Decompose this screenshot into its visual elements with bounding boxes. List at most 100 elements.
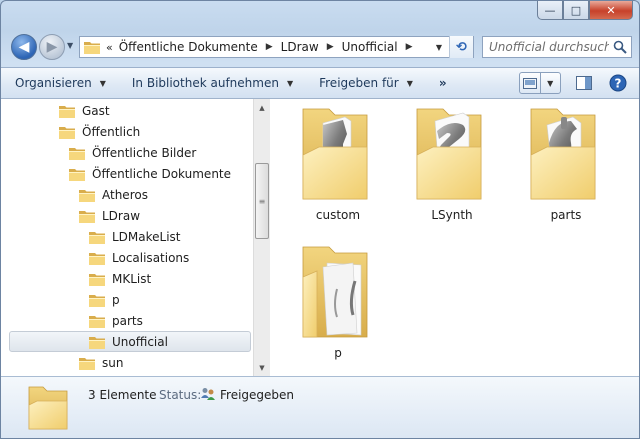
tree-item-label: Öffentliche Dokumente [92, 166, 232, 181]
scroll-down-button[interactable]: ▼ [254, 359, 270, 376]
users-share-icon [201, 388, 215, 400]
tree-item-unofficial[interactable]: Unofficial [9, 331, 251, 352]
breadcrumb-separator[interactable]: ▶ [266, 42, 273, 52]
folder-icon [89, 293, 105, 307]
search-placeholder: Unofficial durchsuch... [489, 40, 609, 54]
folder-with-part-icon [302, 108, 368, 200]
arrow-right-icon: ▶ [46, 39, 58, 55]
share-with-label: Freigeben für [319, 76, 399, 90]
item-count: 3 Elemente [88, 388, 157, 402]
scroll-up-button[interactable]: ▲ [254, 99, 270, 116]
breadcrumb-item-unofficial[interactable]: Unofficial [342, 40, 398, 54]
folder-icon [28, 386, 68, 430]
view-options-button[interactable]: ▼ [541, 73, 561, 93]
arrow-left-icon: ◀ [18, 39, 30, 55]
change-view-button[interactable]: ▼ [519, 72, 561, 94]
command-bar: Organisieren ▼ In Bibliothek aufnehmen ▼… [1, 67, 639, 99]
help-icon: ? [609, 74, 627, 92]
refresh-button[interactable]: ⟲ [449, 36, 473, 58]
folder-icon [84, 40, 100, 54]
tree-item-mklist[interactable]: MKList [89, 268, 151, 289]
minimize-button[interactable]: — [537, 1, 563, 20]
navigation-scrollbar[interactable]: ▲ ≡ ▼ [253, 99, 270, 376]
folder-item-p[interactable]: p [293, 241, 383, 367]
tree-item-label: Gast [82, 103, 110, 118]
tree-item-gast[interactable]: Gast [59, 100, 110, 121]
folder-item-label: p [334, 346, 342, 360]
recent-pages-button[interactable]: ▼ [67, 41, 73, 50]
tree-item-label: Öffentliche Bilder [92, 145, 197, 160]
organize-button[interactable]: Organisieren ▼ [15, 76, 106, 90]
folder-item-label: custom [315, 208, 361, 222]
breadcrumb-item-ldraw[interactable]: LDraw [281, 40, 319, 54]
folder-item-label: LSynth [431, 208, 473, 222]
add-to-library-label: In Bibliothek aufnehmen [131, 76, 279, 90]
back-button[interactable]: ◀ [11, 34, 37, 60]
folder-icon [59, 104, 75, 118]
share-with-button[interactable]: Freigeben für ▼ [319, 76, 413, 90]
tree-item-label: Atheros [102, 187, 148, 202]
folder-item-lsynth[interactable]: LSynth [407, 103, 497, 229]
tree-item-label: LDraw [102, 208, 141, 223]
tree-item-localisations[interactable]: Localisations [89, 247, 189, 268]
preview-pane-button[interactable] [573, 72, 595, 94]
status-label: Status: [159, 388, 202, 402]
tree-item-label: MKList [112, 271, 152, 286]
tree-item-label: Unofficial [112, 334, 168, 349]
view-icon[interactable] [520, 73, 541, 93]
tree-item-atheros[interactable]: Atheros [79, 184, 148, 205]
folder-icon [69, 146, 85, 160]
folder-with-part-icon [416, 108, 482, 200]
tree-item-sun[interactable]: sun [79, 352, 123, 373]
folder-item-custom[interactable]: custom [293, 103, 383, 229]
folder-with-part-icon [530, 108, 596, 200]
search-icon[interactable] [613, 40, 627, 54]
tree-item-oeffentliche-dokumente[interactable]: Öffentliche Dokumente [69, 163, 231, 184]
chevron-down-icon: ▼ [67, 41, 74, 50]
tree-item-oeffentliche-bilder[interactable]: Öffentliche Bilder [69, 142, 196, 163]
breadcrumb-item-public-documents[interactable]: Öffentliche Dokumente [119, 40, 258, 54]
help-button[interactable]: ? [607, 72, 629, 94]
tree-item-label: LDMakeList [112, 229, 181, 244]
search-input[interactable]: Unofficial durchsuch... [482, 36, 632, 58]
tree-item-label: Localisations [112, 250, 190, 265]
tree-item-ldmakelist[interactable]: LDMakeList [89, 226, 181, 247]
forward-button[interactable]: ▶ [39, 34, 65, 60]
details-pane: 3 Elemente Status: Freigegeben [1, 376, 639, 438]
folder-icon [89, 230, 105, 244]
add-to-library-button[interactable]: In Bibliothek aufnehmen ▼ [132, 76, 293, 90]
more-commands-button[interactable]: » [439, 76, 447, 90]
grip-icon: ≡ [258, 196, 266, 206]
folder-icon [79, 188, 95, 202]
chevron-down-icon: ▼ [99, 78, 106, 88]
status-value: Freigegeben [220, 388, 295, 402]
close-button[interactable]: ✕ [589, 1, 633, 20]
folder-with-sheets-icon [302, 246, 368, 338]
folder-icon [79, 209, 95, 223]
content-area: Gast Öffentlich Öffentliche Bilder Öffen… [1, 99, 639, 376]
tree-item-parts[interactable]: parts [89, 310, 143, 331]
maximize-button[interactable]: □ [563, 1, 589, 20]
tree-item-label: Öffentlich [82, 124, 141, 139]
folder-icon [89, 314, 105, 328]
scroll-thumb[interactable]: ≡ [255, 163, 269, 239]
svg-text:?: ? [615, 77, 622, 91]
tree-item-oeffentlich[interactable]: Öffentlich [59, 121, 140, 142]
chevron-up-icon: ▲ [259, 103, 265, 112]
breadcrumb-overflow-button[interactable]: « [106, 41, 113, 54]
tree-item-ldraw[interactable]: LDraw [79, 205, 140, 226]
breadcrumb-separator[interactable]: ▶ [327, 42, 334, 52]
address-dropdown-button[interactable]: ▼ [431, 37, 447, 57]
tree-item-p[interactable]: p [89, 289, 120, 310]
tree-item-label: p [112, 292, 120, 307]
address-bar[interactable]: « Öffentliche Dokumente ▶ LDraw ▶ Unoffi… [79, 36, 474, 58]
breadcrumb-separator[interactable]: ▶ [406, 42, 413, 52]
caption-buttons: — □ ✕ [537, 1, 633, 21]
folder-icon [89, 251, 105, 265]
folder-icon [69, 167, 85, 181]
folder-item-parts[interactable]: parts [521, 103, 611, 229]
file-list: custom LSynth parts p [271, 99, 639, 376]
explorer-window: — □ ✕ ◀ ▶ ▼ « Öffentliche Dokumente ▶ LD… [0, 0, 640, 439]
folder-icon [89, 335, 105, 349]
folder-item-label: parts [550, 208, 582, 222]
